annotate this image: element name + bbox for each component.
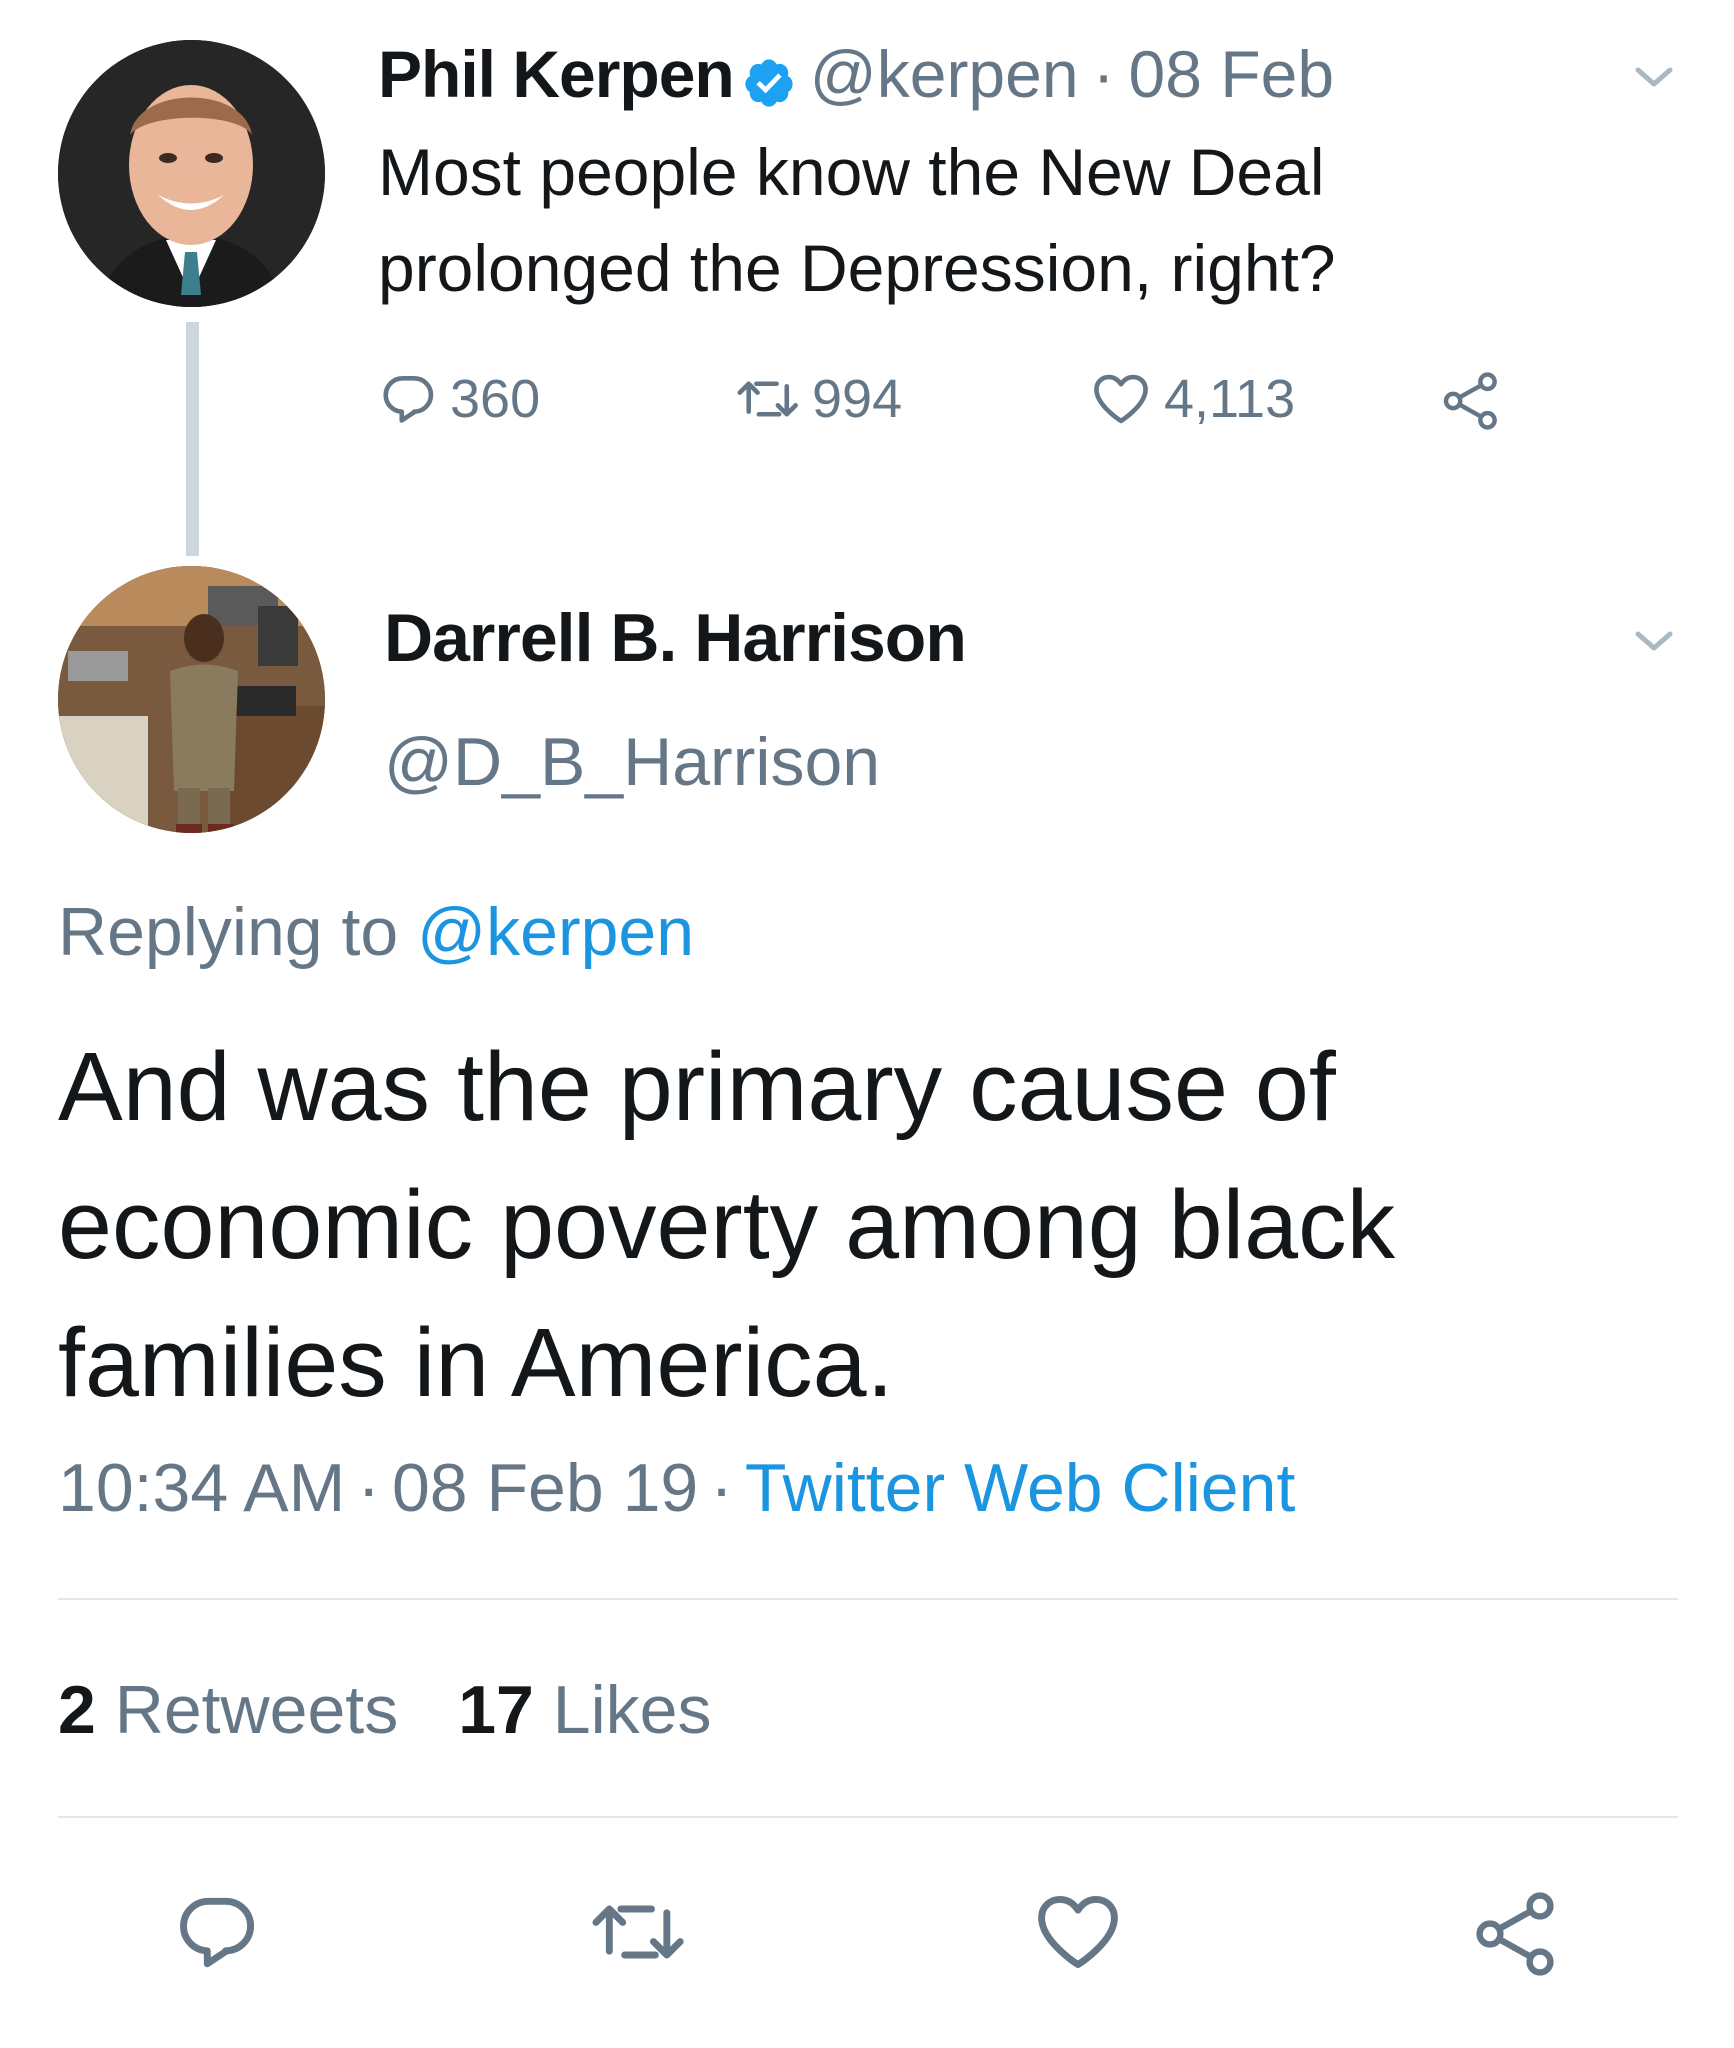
parent-tweet-text: Most people know the New Deal prolonged … <box>378 135 1336 305</box>
tweet-detail-page: Phil Kerpen @kerpen · 08 Feb Most people… <box>0 0 1734 2048</box>
replying-to-handle-link[interactable]: @kerpen <box>417 894 694 970</box>
parent-author-handle[interactable]: @kerpen <box>810 34 1079 114</box>
tweet-stats: 2 Retweets 17 Likes <box>58 1668 712 1752</box>
like-count: 17 <box>458 1672 534 1748</box>
avatar-phil-kerpen[interactable] <box>58 40 325 307</box>
parent-tweet-time[interactable]: 08 Feb <box>1129 34 1334 114</box>
retweet-button[interactable] <box>590 1886 690 1983</box>
reply-button[interactable] <box>172 1886 264 1983</box>
parent-like-count: 4,113 <box>1164 369 1296 429</box>
retweet-label: Retweets <box>114 1672 399 1748</box>
replying-to: Replying to @kerpen <box>58 890 694 974</box>
tweet-time: 10:34 AM <box>58 1450 346 1526</box>
reply-icon <box>180 1897 255 1968</box>
likes-stat[interactable]: 17 Likes <box>458 1672 711 1748</box>
like-button[interactable] <box>1030 1886 1126 1983</box>
author-name[interactable]: Darrell B. Harrison <box>384 596 967 680</box>
reply-icon <box>383 376 434 423</box>
replying-to-label: Replying to <box>58 894 399 970</box>
separator-dot: · <box>1092 37 1115 111</box>
separator-dot: · <box>710 1450 733 1526</box>
divider <box>58 1816 1678 1818</box>
share-icon <box>1476 1892 1554 1976</box>
parent-tweet-header: Phil Kerpen @kerpen · 08 Feb <box>378 34 1334 114</box>
parent-reply-button[interactable]: 360 <box>378 368 540 430</box>
chevron-down-icon[interactable] <box>1634 66 1674 90</box>
thread-connector-line <box>186 322 199 556</box>
share-icon <box>1443 372 1497 430</box>
like-label: Likes <box>552 1672 712 1748</box>
parent-reply-count: 360 <box>450 369 541 429</box>
heart-icon <box>1038 1895 1118 1969</box>
retweet-icon <box>592 1905 684 1959</box>
tweet-text: And was the primary cause of economic po… <box>58 1032 1396 1417</box>
heart-icon <box>1094 374 1148 424</box>
chevron-down-icon[interactable] <box>1634 630 1674 654</box>
tweet-date: 08 Feb 19 <box>391 1450 699 1526</box>
retweet-icon <box>737 381 798 417</box>
retweet-count: 2 <box>58 1672 96 1748</box>
retweets-stat[interactable]: 2 Retweets <box>58 1672 398 1748</box>
avatar-darrell-harrison[interactable] <box>58 566 325 833</box>
tweet-client-link[interactable]: Twitter Web Client <box>745 1450 1295 1526</box>
tweet-actions-bar <box>0 1886 1734 1996</box>
verified-badge-icon <box>742 47 796 107</box>
parent-retweet-count: 994 <box>812 369 903 429</box>
parent-like-button[interactable]: 4,113 <box>1088 368 1295 430</box>
parent-tweet-actions: 360 994 4,113 <box>378 368 1528 448</box>
parent-share-button[interactable] <box>1436 368 1516 434</box>
parent-author-name[interactable]: Phil Kerpen <box>378 34 735 114</box>
parent-retweet-button[interactable]: 994 <box>736 368 902 430</box>
author-handle[interactable]: @D_B_Harrison <box>384 720 880 804</box>
divider <box>58 1598 1678 1600</box>
separator-dot: · <box>357 1450 380 1526</box>
tweet-meta: 10:34 AM · 08 Feb 19 · Twitter Web Client <box>58 1446 1295 1530</box>
share-button[interactable] <box>1468 1886 1564 1987</box>
